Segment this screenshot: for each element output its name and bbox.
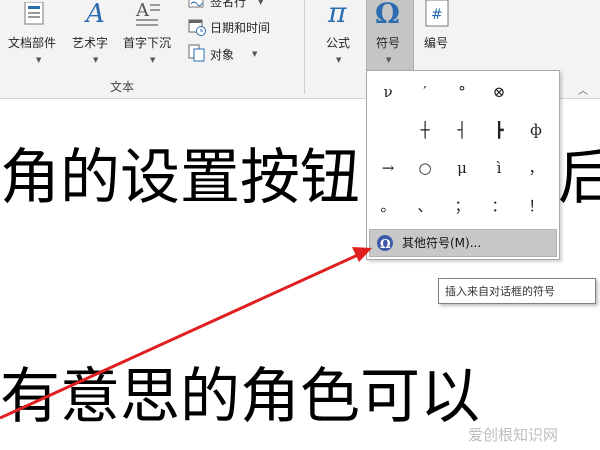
symbol-cell[interactable]: ： <box>482 193 516 219</box>
wordart-icon[interactable]: A <box>82 0 110 29</box>
svg-text:A: A <box>84 0 105 28</box>
symbol-cell[interactable]: ○ <box>408 155 442 181</box>
equation-button[interactable]: 公式 <box>326 34 350 51</box>
svg-text:A: A <box>135 0 150 21</box>
chevron-down-icon[interactable]: ▼ <box>36 56 41 64</box>
numbering-button[interactable]: 编号 <box>424 34 448 51</box>
chevron-down-icon[interactable]: ▼ <box>252 50 257 58</box>
symbol-cell[interactable]: ⊗ <box>482 79 516 105</box>
symbol-dropdown: ν ′ ° ⊗ ┼ ┤ ┣ ф → ○ μ ì， 。、；：！ Ω 其他符号(M)... <box>366 70 560 260</box>
collapse-ribbon-icon[interactable]: ︿ <box>578 82 588 97</box>
object-button[interactable]: 对象 <box>210 46 234 63</box>
svg-text:Ω: Ω <box>380 237 391 251</box>
document-line-2: 有意思的角色可以 <box>0 362 480 432</box>
object-icon[interactable] <box>188 44 206 62</box>
symbol-cell[interactable]: ！ <box>519 193 553 219</box>
omega-circle-icon: Ω <box>376 234 394 252</box>
signature-button[interactable]: 签名行 <box>210 0 246 10</box>
pi-icon[interactable]: π <box>324 0 354 29</box>
symbol-cell[interactable]: ┤ <box>445 117 479 143</box>
datetime-button[interactable]: 日期和时间 <box>210 19 270 36</box>
group-divider <box>304 0 305 94</box>
signature-icon[interactable] <box>188 0 204 8</box>
chevron-down-icon[interactable]: ▼ <box>93 56 98 64</box>
tooltip: 插入来自对话框的符号 <box>438 278 596 304</box>
chevron-down-icon[interactable]: ▼ <box>150 56 155 64</box>
symbol-button-label: 符号 <box>376 36 401 50</box>
omega-icon[interactable]: Ω <box>372 0 406 30</box>
numbering-icon[interactable]: # <box>424 0 450 28</box>
svg-text:π: π <box>327 0 347 28</box>
group-label-text: 文本 <box>110 80 135 94</box>
symbol-cell[interactable]: ′ <box>408 79 442 105</box>
symbol-cell[interactable]: ┼ <box>408 117 442 143</box>
wordart-button[interactable]: 艺术字 <box>72 34 108 51</box>
calendar-clock-icon[interactable] <box>188 18 206 36</box>
chevron-down-icon[interactable]: ▼ <box>386 56 391 64</box>
chevron-down-icon[interactable]: ▼ <box>336 56 341 64</box>
doc-parts-button[interactable]: 文档部件 <box>8 34 56 51</box>
more-symbols-item[interactable]: Ω 其他符号(M)... <box>369 229 557 257</box>
symbol-cell[interactable]: ф <box>519 117 553 143</box>
more-symbols-label: 其他符号(M)... <box>402 236 482 250</box>
symbol-cell[interactable]: 。 <box>371 193 405 219</box>
svg-text:#: # <box>431 7 443 23</box>
chevron-down-icon[interactable]: ▼ <box>258 0 263 6</box>
empty-symbol-cell <box>371 117 405 143</box>
symbol-cell[interactable]: → <box>371 155 405 181</box>
symbol-cell[interactable]: ν <box>371 79 405 105</box>
symbol-cell[interactable]: ； <box>445 193 479 219</box>
tooltip-text: 插入来自对话框的符号 <box>445 285 555 298</box>
symbol-cell[interactable]: 、 <box>408 193 442 219</box>
document-line-1-tail: 后 <box>558 143 600 213</box>
watermark: 爱创根知识网 <box>468 426 559 444</box>
svg-text:Ω: Ω <box>375 0 400 28</box>
document-line-1: 角的设置按钮 <box>0 143 360 213</box>
symbol-cell[interactable]: μ <box>445 155 479 181</box>
symbol-cell[interactable]: ° <box>445 79 479 105</box>
dropcap-icon[interactable]: A <box>134 0 162 28</box>
doc-parts-icon[interactable] <box>22 1 46 26</box>
symbol-cell[interactable]: ， <box>519 155 553 181</box>
symbol-cell[interactable]: ┣ <box>482 117 516 143</box>
empty-symbol-cell <box>519 79 553 105</box>
symbol-cell[interactable]: ì <box>482 155 516 181</box>
dropcap-button[interactable]: 首字下沉 <box>123 34 171 51</box>
